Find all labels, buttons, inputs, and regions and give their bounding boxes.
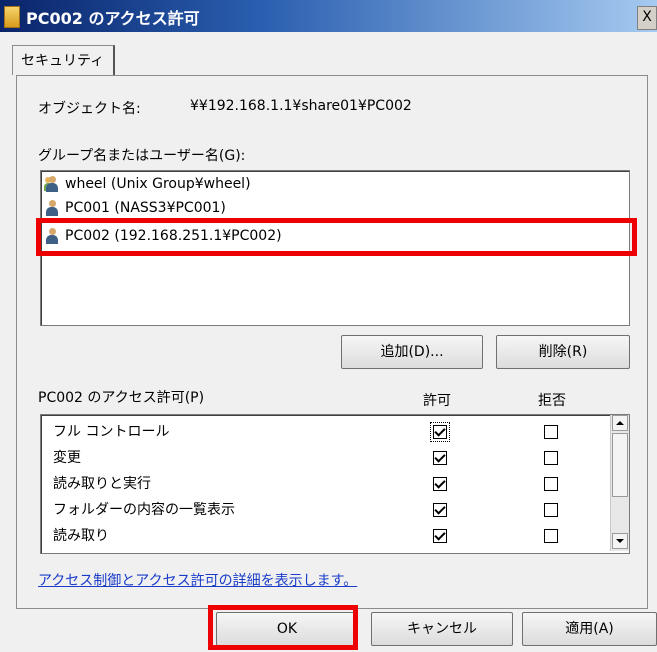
deny-header: 拒否	[538, 393, 566, 409]
permission-name: フォルダーの内容の一覧表示	[53, 502, 235, 518]
folder-icon	[4, 6, 20, 28]
deny-checkbox[interactable]	[544, 529, 558, 543]
group-list-label: グループ名またはユーザー名(G):	[38, 148, 246, 164]
add-button[interactable]: 追加(D)...	[341, 335, 483, 369]
close-button[interactable]: X	[637, 6, 657, 30]
permission-name: 変更	[53, 450, 81, 466]
apply-button[interactable]: 適用(A)	[522, 612, 657, 646]
help-link[interactable]: アクセス制御とアクセス許可の詳細を表示します。	[38, 570, 357, 590]
allow-checkbox[interactable]	[433, 503, 447, 517]
permissions-label: PC002 のアクセス許可(P)	[38, 390, 205, 406]
allow-header: 許可	[423, 393, 451, 409]
highlight-selected-user	[36, 218, 637, 256]
list-item[interactable]: wheel (Unix Group¥wheel)	[44, 173, 251, 195]
permission-row: フォルダーの内容の一覧表示	[53, 497, 235, 523]
list-item-label: wheel (Unix Group¥wheel)	[65, 176, 251, 192]
remove-button[interactable]: 削除(R)	[496, 335, 630, 369]
permission-name: 読み取りと実行	[53, 476, 151, 492]
allow-checkbox[interactable]	[433, 451, 447, 465]
window-title: PC002 のアクセス許可	[26, 9, 200, 28]
title-bar: PC002 のアクセス許可 X	[0, 0, 657, 32]
deny-checkbox[interactable]	[544, 503, 558, 517]
tab-security[interactable]: セキュリティ	[12, 45, 115, 75]
permission-row: 読み取りと実行	[53, 471, 151, 497]
cancel-button[interactable]: キャンセル	[371, 612, 513, 646]
group-icon	[44, 176, 59, 192]
highlight-ok-button	[208, 605, 358, 650]
scroll-down-icon[interactable]	[612, 533, 628, 549]
allow-checkbox[interactable]	[433, 477, 447, 491]
list-item[interactable]: PC001 (NASS3¥PC001)	[45, 197, 226, 219]
permission-row: フル コントロール	[53, 419, 169, 445]
permissions-scrollbar[interactable]	[610, 415, 629, 551]
permission-row: 変更	[53, 445, 81, 471]
user-icon	[45, 200, 59, 216]
deny-checkbox[interactable]	[544, 425, 558, 439]
permission-name: 読み取り	[53, 528, 109, 544]
object-name-value: ¥¥192.168.1.1¥share01¥PC002	[190, 98, 412, 114]
allow-checkbox[interactable]	[433, 529, 447, 543]
permission-name: フル コントロール	[53, 424, 170, 440]
permission-row: 読み取り	[53, 523, 109, 549]
scroll-thumb[interactable]	[612, 433, 628, 497]
list-item-label: PC001 (NASS3¥PC001)	[65, 200, 226, 216]
deny-checkbox[interactable]	[544, 477, 558, 491]
object-name-label: オブジェクト名:	[38, 101, 141, 117]
permissions-list: フル コントロール 変更 読み取りと実行 フォルダーの内容の一覧表示 読み取り	[40, 414, 630, 554]
allow-checkbox[interactable]	[430, 422, 450, 442]
deny-checkbox[interactable]	[544, 451, 558, 465]
scroll-up-icon[interactable]	[612, 415, 628, 431]
